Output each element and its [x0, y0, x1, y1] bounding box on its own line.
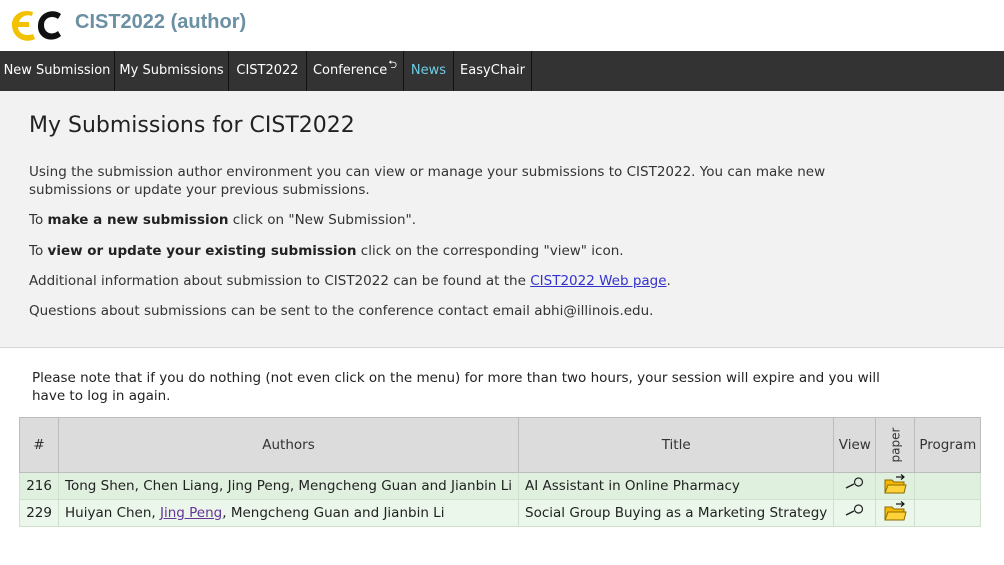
return-arrow-icon: ⮌ — [388, 58, 398, 71]
column-header-number: # — [19, 417, 59, 473]
intro-section: My Submissions for CIST2022 Using the su… — [0, 91, 1004, 348]
magnifier-icon — [845, 504, 863, 516]
easychair-logo-icon[interactable] — [9, 6, 64, 44]
session-expiry-note: Please note that if you do nothing (not … — [32, 370, 880, 404]
submission-number: 216 — [19, 472, 59, 500]
update-submission-instruction: To view or update your existing submissi… — [29, 243, 624, 259]
paper-upload-button[interactable] — [875, 499, 916, 527]
menu-item-conference-label: Conference — [312, 63, 388, 78]
table-row: 216 Tong Shen, Chen Liang, Jing Peng, Me… — [19, 472, 982, 500]
table-row: 229 Huiyan Chen, Jing Peng, Mengcheng Gu… — [19, 499, 982, 527]
submission-title: AI Assistant in Online Pharmacy — [518, 472, 835, 500]
new-submission-instruction: To make a new submission click on "New S… — [29, 212, 417, 228]
main-menu-bar: New Submission My Submissions CIST2022 C… — [0, 51, 1004, 91]
submission-authors: Huiyan Chen, Jing Peng, Mengcheng Guan a… — [57, 499, 520, 527]
additional-info-text: Additional information about submission … — [29, 273, 671, 289]
menu-item-cist2022[interactable]: CIST2022 — [229, 51, 307, 91]
conference-web-page-link[interactable]: CIST2022 Web page — [530, 273, 666, 289]
paper-upload-button[interactable] — [875, 472, 916, 500]
menu-item-my-submissions[interactable]: My Submissions — [115, 51, 229, 91]
contact-email-text: Questions about submissions can be sent … — [29, 303, 654, 319]
folder-arrow-icon — [884, 501, 907, 521]
table-header-row: # Authors Title View paper Program — [19, 417, 982, 473]
menu-item-easychair[interactable]: EasyChair — [454, 51, 532, 91]
submissions-table: # Authors Title View paper Program 216 T… — [19, 417, 982, 527]
submission-program — [914, 499, 982, 527]
intro-paragraph: Using the submission author environment … — [29, 164, 826, 198]
menu-item-conference[interactable]: Conference⮌ — [307, 51, 404, 91]
page-title: My Submissions for CIST2022 — [29, 113, 355, 138]
author-link[interactable]: Jing Peng — [160, 505, 222, 521]
column-header-authors: Authors — [57, 417, 520, 473]
view-submission-button[interactable] — [833, 499, 877, 527]
column-header-program: Program — [914, 417, 982, 473]
view-submission-button[interactable] — [833, 472, 877, 500]
column-header-title: Title — [518, 417, 835, 473]
page-header: CIST2022 (author) — [0, 0, 1004, 51]
submission-number: 229 — [19, 499, 59, 527]
submission-authors: Tong Shen, Chen Liang, Jing Peng, Mengch… — [57, 472, 520, 500]
folder-arrow-icon — [884, 474, 907, 494]
submission-title: Social Group Buying as a Marketing Strat… — [518, 499, 835, 527]
magnifier-icon — [845, 477, 863, 489]
menu-item-news[interactable]: News — [404, 51, 454, 91]
column-header-paper: paper — [875, 417, 916, 473]
menu-item-new-submission[interactable]: New Submission — [0, 51, 115, 91]
column-header-view: View — [833, 417, 877, 473]
app-title: CIST2022 (author) — [75, 11, 247, 33]
submission-program — [914, 472, 982, 500]
